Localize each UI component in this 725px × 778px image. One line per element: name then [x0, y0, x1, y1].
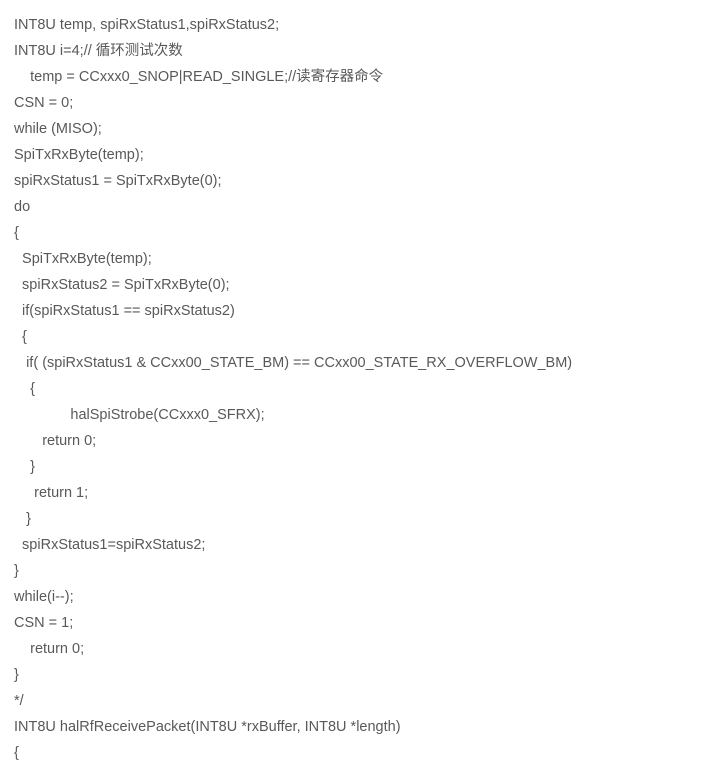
code-line: if( (spiRxStatus1 & CCxx00_STATE_BM) == … — [14, 350, 711, 376]
code-line: while(i--); — [14, 584, 711, 610]
code-line: do — [14, 194, 711, 220]
code-line: if(spiRxStatus1 == spiRxStatus2) — [14, 298, 711, 324]
code-line: { — [14, 740, 711, 766]
code-line: spiRxStatus1=spiRxStatus2; — [14, 532, 711, 558]
code-line: } — [14, 662, 711, 688]
code-line: SpiTxRxByte(temp); — [14, 142, 711, 168]
code-line: */ — [14, 688, 711, 714]
code-line: spiRxStatus2 = SpiTxRxByte(0); — [14, 272, 711, 298]
code-line: INT8U temp, spiRxStatus1,spiRxStatus2; — [14, 12, 711, 38]
code-line: halSpiStrobe(CCxxx0_SFRX); — [14, 402, 711, 428]
code-line: { — [14, 324, 711, 350]
code-line: } — [14, 454, 711, 480]
code-line: spiRxStatus1 = SpiTxRxByte(0); — [14, 168, 711, 194]
code-line: SpiTxRxByte(temp); — [14, 246, 711, 272]
code-line: while (MISO); — [14, 116, 711, 142]
code-line: { — [14, 376, 711, 402]
code-line: { — [14, 220, 711, 246]
code-line: CSN = 0; — [14, 90, 711, 116]
code-line: temp = CCxxx0_SNOP|READ_SINGLE;//读寄存器命令 — [14, 64, 711, 90]
code-line: return 0; — [14, 636, 711, 662]
code-line: return 0; — [14, 428, 711, 454]
code-line: INT8U halRfReceivePacket(INT8U *rxBuffer… — [14, 714, 711, 740]
code-block: INT8U temp, spiRxStatus1,spiRxStatus2; I… — [14, 12, 711, 766]
code-line: return 1; — [14, 480, 711, 506]
code-line: INT8U i=4;// 循环测试次数 — [14, 38, 711, 64]
code-line: CSN = 1; — [14, 610, 711, 636]
code-line: } — [14, 558, 711, 584]
code-line: } — [14, 506, 711, 532]
